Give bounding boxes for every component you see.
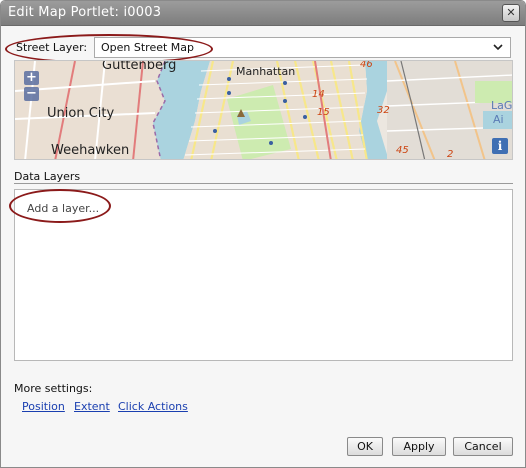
data-layers-divider: [14, 183, 513, 184]
map-label-45: 45: [396, 145, 409, 156]
street-layer-value: Open Street Map: [101, 41, 195, 54]
position-link[interactable]: Position: [22, 400, 65, 413]
data-layers-list[interactable]: Add a layer...: [14, 189, 513, 361]
zoom-in-button[interactable]: +: [24, 71, 39, 85]
close-icon[interactable]: ✕: [502, 4, 520, 22]
dialog-body: Street Layer: Open Street Map Guttenberg…: [1, 26, 525, 467]
map-label-2: 2: [447, 149, 454, 160]
map-label-32: 32: [377, 105, 390, 116]
extent-link[interactable]: Extent: [74, 400, 110, 413]
zoom-out-button[interactable]: −: [24, 87, 39, 101]
chevron-down-icon: [493, 44, 503, 51]
dialog-title: Edit Map Portlet: i0003: [8, 5, 162, 20]
street-layer-row: Street Layer: Open Street Map: [9, 36, 513, 60]
cancel-button[interactable]: Cancel: [453, 437, 513, 456]
map-label-15: 15: [317, 107, 330, 118]
info-icon[interactable]: i: [492, 138, 508, 154]
map-preview[interactable]: Guttenberg Manhattan Union City Weehawke…: [14, 60, 513, 160]
map-label-manhattan: Manhattan: [236, 65, 296, 78]
edit-map-portlet-dialog: Edit Map Portlet: i0003 ✕ Street Layer: …: [0, 0, 526, 468]
dialog-titlebar[interactable]: Edit Map Portlet: i0003 ✕: [1, 1, 525, 26]
ok-button[interactable]: OK: [347, 437, 383, 456]
apply-button[interactable]: Apply: [392, 437, 446, 456]
click-actions-link[interactable]: Click Actions: [118, 400, 188, 413]
map-label-union-city: Union City: [47, 106, 115, 121]
street-layer-select[interactable]: Open Street Map: [94, 37, 511, 58]
add-layer-placeholder[interactable]: Add a layer...: [27, 202, 99, 215]
map-label-weehawken: Weehawken: [51, 143, 130, 158]
more-settings-label: More settings:: [14, 382, 93, 395]
map-label-14: 14: [312, 89, 325, 100]
data-layers-title: Data Layers: [14, 170, 81, 183]
map-label-guttenberg: Guttenberg: [102, 60, 177, 73]
map-label-ai: Ai: [493, 113, 504, 126]
map-label-lag: LaG: [491, 99, 513, 112]
street-layer-label: Street Layer:: [16, 41, 88, 54]
map-label-46: 46: [360, 60, 373, 70]
